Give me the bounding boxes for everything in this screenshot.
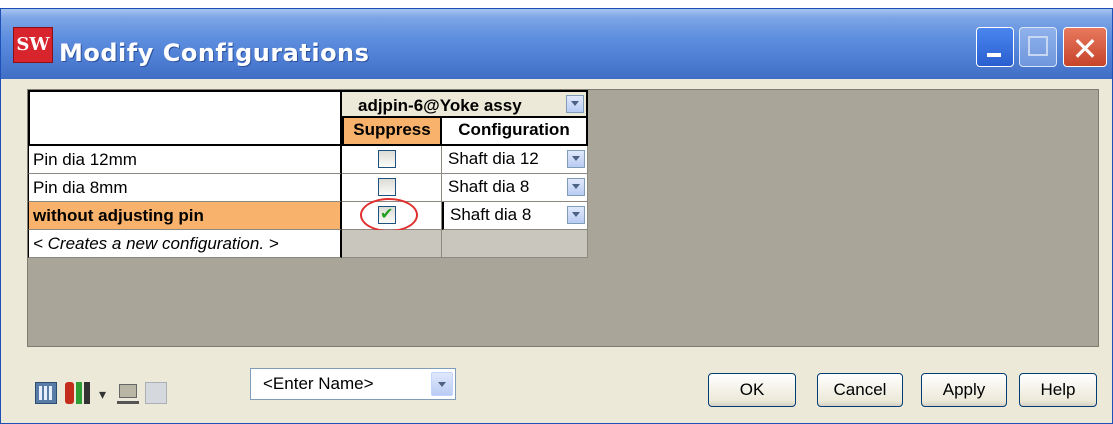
configuration-grid: adjpin-6@Yoke assy Suppress Configuratio…: [27, 89, 1099, 347]
highlight-circle: [360, 198, 418, 232]
column-header-suppress: Suppress: [342, 118, 442, 146]
solidworks-logo-icon: SW: [13, 27, 53, 63]
grid-corner-header: [28, 90, 342, 146]
save-table-icon: [145, 382, 167, 404]
configuration-cell[interactable]: Shaft dia 12: [442, 146, 588, 174]
parameters-icon[interactable]: [65, 382, 93, 404]
configuration-dropdown-icon[interactable]: [567, 206, 585, 224]
close-icon: ✕: [1071, 30, 1099, 68]
minimize-button[interactable]: [976, 27, 1014, 67]
row-label-selected[interactable]: without adjusting pin: [28, 202, 342, 230]
component-dropdown-icon[interactable]: [566, 95, 584, 113]
new-configuration-row[interactable]: < Creates a new configuration. >: [28, 230, 342, 258]
table-name-combo[interactable]: <Enter Name>: [250, 368, 456, 400]
dropdown-caret-icon[interactable]: ▾: [99, 387, 107, 401]
ok-button[interactable]: OK: [708, 373, 796, 407]
suppress-checkbox[interactable]: [378, 178, 396, 196]
new-row-suppress-cell: [342, 230, 442, 258]
row-label[interactable]: Pin dia 12mm: [28, 146, 342, 174]
help-button[interactable]: Help: [1019, 373, 1097, 407]
component-header[interactable]: adjpin-6@Yoke assy: [342, 90, 588, 118]
row-label[interactable]: Pin dia 8mm: [28, 174, 342, 202]
bottom-bar: ▾ <Enter Name> OK Cancel Apply Help: [7, 355, 1106, 415]
properties-icon[interactable]: [117, 382, 139, 404]
configuration-cell[interactable]: Shaft dia 8: [442, 202, 588, 230]
dialog-content: adjpin-6@Yoke assy Suppress Configuratio…: [7, 79, 1106, 419]
component-header-label: adjpin-6@Yoke assy: [358, 96, 522, 115]
suppress-checkbox[interactable]: [378, 150, 396, 168]
column-header-configuration: Configuration: [442, 118, 588, 146]
new-row-configuration-cell: [442, 230, 588, 258]
configuration-dropdown-icon[interactable]: [567, 150, 585, 168]
maximize-button[interactable]: [1019, 27, 1057, 67]
modify-configurations-window: SW Modify Configurations ✕ adjpin-6@Yoke…: [0, 8, 1113, 424]
configuration-value: Shaft dia 12: [448, 149, 539, 168]
cancel-button[interactable]: Cancel: [817, 373, 903, 407]
close-button[interactable]: ✕: [1063, 27, 1107, 68]
configuration-cell[interactable]: Shaft dia 8: [442, 174, 588, 202]
suppress-cell: [342, 146, 442, 174]
configuration-value: Shaft dia 8: [448, 177, 530, 196]
configuration-value: Shaft dia 8: [450, 205, 532, 224]
suppress-cell: [342, 198, 442, 232]
title-bar[interactable]: SW Modify Configurations ✕: [1, 9, 1112, 79]
chevron-down-icon[interactable]: [431, 372, 453, 396]
table-name-placeholder: <Enter Name>: [263, 374, 374, 393]
configuration-dropdown-icon[interactable]: [567, 178, 585, 196]
table-view-icon[interactable]: [35, 382, 57, 404]
apply-button[interactable]: Apply: [921, 373, 1007, 407]
window-title: Modify Configurations: [59, 39, 370, 67]
